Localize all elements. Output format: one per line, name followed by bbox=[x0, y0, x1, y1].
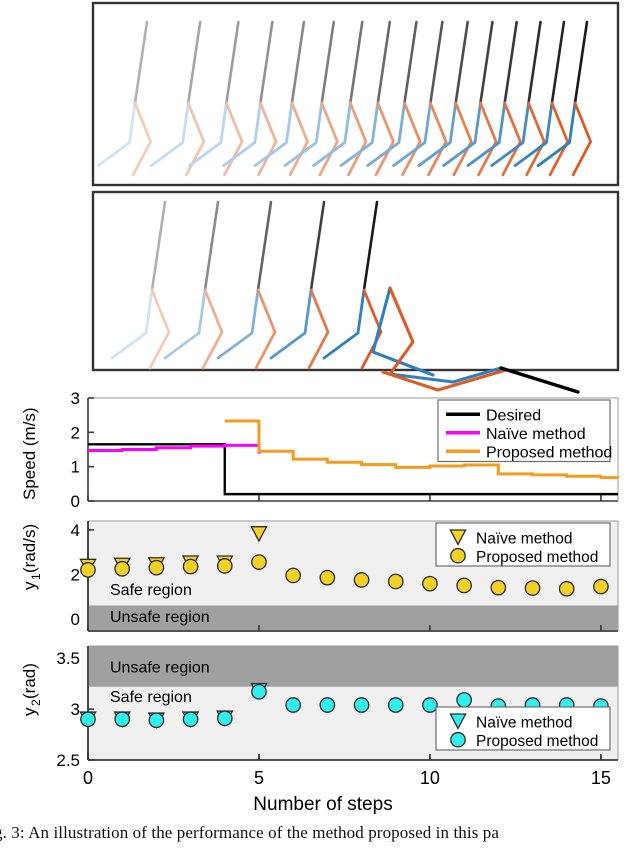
speed-legend-label: Proposed method bbox=[486, 444, 612, 461]
y1-point-proposed bbox=[593, 578, 609, 595]
y2-plot-y-tick-label: 3 bbox=[71, 700, 80, 719]
y2-point-proposed bbox=[353, 697, 370, 713]
x-tick-label: 10 bbox=[420, 768, 440, 788]
y1-point-proposed bbox=[353, 572, 370, 588]
y1-axis-title: y bbox=[20, 581, 39, 590]
y2-axis-title-unit: (rad) bbox=[20, 663, 39, 699]
y1-point-proposed bbox=[216, 558, 233, 574]
y1-point-proposed bbox=[285, 567, 302, 584]
y2-point-proposed bbox=[456, 692, 472, 708]
fallen-torso bbox=[499, 366, 580, 394]
y1-point-proposed bbox=[114, 560, 131, 577]
y2-point-proposed bbox=[114, 711, 131, 728]
y1-point-proposed bbox=[558, 580, 575, 597]
speed-plot-y-tick-label: 0 bbox=[71, 492, 80, 511]
y1-plot-y-tick-label: 4 bbox=[71, 521, 80, 540]
y1-point-proposed bbox=[490, 579, 507, 596]
figure-svg: 0123DesiredNaïve methodProposed methodSp… bbox=[20, 1, 620, 815]
y2-point-proposed bbox=[182, 711, 199, 728]
speed-legend-label: Desired bbox=[486, 407, 541, 424]
y2-plot-y-tick-label: 2.5 bbox=[56, 751, 80, 770]
y1-point-proposed bbox=[80, 562, 96, 578]
y1-point-proposed bbox=[148, 559, 165, 576]
y2-axis-title: y bbox=[20, 707, 39, 716]
y2-legend-key bbox=[450, 731, 466, 748]
x-tick-label: 5 bbox=[254, 768, 264, 788]
speed-plot-y-tick-label: 1 bbox=[71, 458, 80, 477]
y1-point-proposed bbox=[456, 577, 472, 594]
speed-plot-y-tick-label: 2 bbox=[71, 423, 80, 442]
y2-point-proposed bbox=[422, 697, 438, 713]
y1-point-proposed bbox=[251, 554, 267, 570]
figure-caption: g. 3: An illustration of the performance… bbox=[0, 823, 640, 851]
speed-legend-label: Naïve method bbox=[486, 426, 586, 443]
caption-text: g. 3: An illustration of the performance… bbox=[0, 823, 500, 842]
walk-panel-naive bbox=[91, 190, 620, 372]
y1-point-proposed bbox=[387, 573, 404, 590]
y2-unsafe-region-label: Unsafe region bbox=[110, 659, 210, 676]
y2-plot-y-tick-label: 3.5 bbox=[56, 649, 80, 668]
speed-plot-y-tick-label: 3 bbox=[71, 389, 80, 408]
speed-axis-title: Speed (m/s) bbox=[20, 407, 39, 500]
y1-legend-label: Naïve method bbox=[476, 530, 573, 547]
y2-safe-region-label: Safe region bbox=[110, 689, 192, 706]
y2-point-proposed bbox=[387, 697, 404, 713]
y1-plot-y-tick-label: 0 bbox=[71, 610, 80, 629]
y1-legend-key bbox=[450, 547, 466, 564]
y1-point-proposed bbox=[182, 558, 199, 575]
y1-point-proposed bbox=[524, 580, 541, 596]
figure-container: 0 1 2 3 Desired Naïve method Proposed method Sp… bbox=[0, 0, 640, 851]
y1-point-proposed bbox=[422, 575, 438, 592]
y1-unsafe-region-label: Unsafe region bbox=[110, 609, 210, 626]
y1-axis-title-unit: (rad/s) bbox=[20, 524, 39, 573]
x-tick-label: 15 bbox=[591, 768, 611, 788]
y1-axis-title-subscript: 1 bbox=[29, 573, 43, 580]
y2-legend-label: Proposed method bbox=[476, 733, 598, 750]
y2-point-proposed bbox=[148, 712, 165, 729]
y2-axis-title-subscript: 2 bbox=[29, 699, 43, 706]
y1-legend-label: Proposed method bbox=[476, 549, 598, 566]
y1-safe-region-label: Safe region bbox=[110, 582, 192, 599]
y1-plot-y-tick-label: 2 bbox=[71, 565, 80, 584]
y2-point-proposed bbox=[80, 711, 96, 728]
x-tick-label: 0 bbox=[83, 768, 93, 788]
y2-point-proposed bbox=[216, 710, 233, 727]
y2-point-proposed bbox=[251, 683, 267, 700]
y2-point-proposed bbox=[319, 697, 336, 713]
x-axis-title: Number of steps bbox=[253, 794, 392, 815]
y2-point-proposed bbox=[285, 697, 302, 713]
y2-legend-label: Naïve method bbox=[476, 714, 573, 731]
y1-point-proposed bbox=[319, 569, 336, 586]
